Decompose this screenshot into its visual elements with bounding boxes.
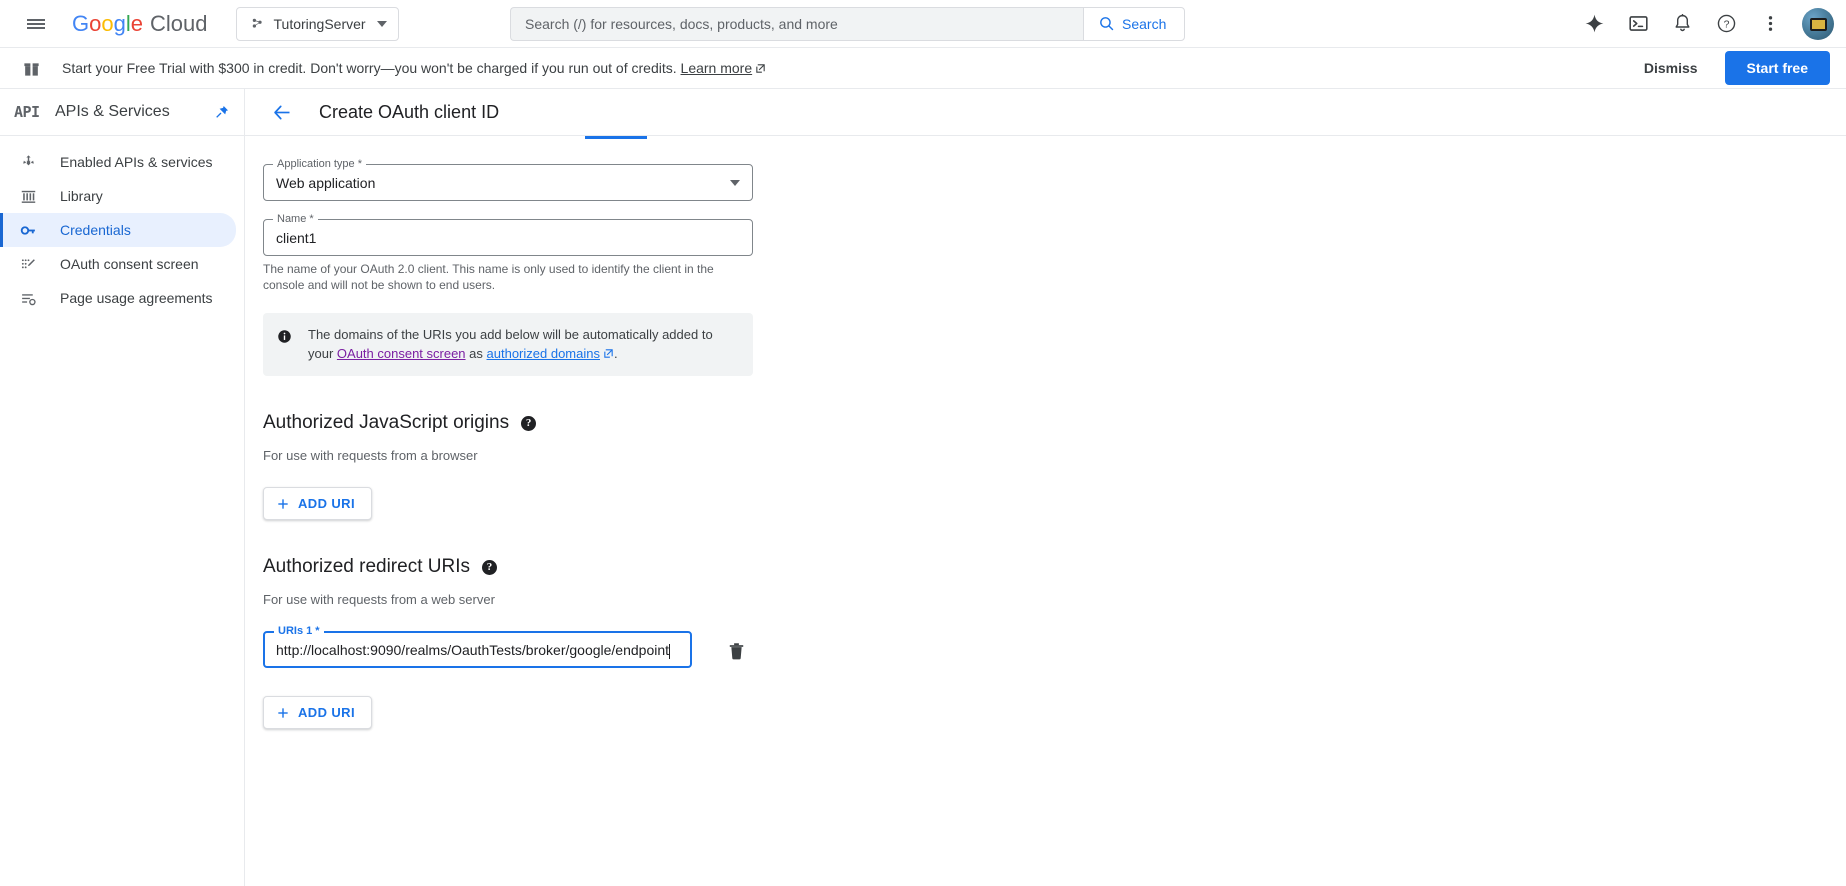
consent-screen-icon [17, 256, 39, 273]
redirect-uris-section: Authorized redirect URIs ? For use with … [263, 556, 753, 729]
info-text-after: . [613, 346, 618, 361]
search-button-label: Search [1122, 15, 1167, 32]
search-input[interactable]: Search (/) for resources, docs, products… [510, 6, 1083, 41]
logo-cloud-text: Cloud [150, 10, 208, 36]
client-name-helper-text: The name of your OAuth 2.0 client. This … [263, 262, 714, 292]
gemini-sparkle-icon[interactable] [1574, 4, 1614, 44]
chevron-down-icon [376, 20, 387, 27]
page-body: API APIs & Services Enabled APIs & servi… [0, 89, 1846, 886]
page-header: Create OAuth client ID [245, 89, 1846, 136]
project-name-label: TutoringServer [273, 15, 366, 32]
sidebar-items: Enabled APIs & services Library Credenti… [0, 136, 244, 315]
application-type-select[interactable]: Application type * Web application [263, 158, 753, 201]
api-product-logo: API [14, 103, 40, 121]
redirect-uris-title: Authorized redirect URIs ? [263, 556, 753, 578]
add-uri-label: ADD URI [298, 705, 355, 720]
avatar-image [1809, 18, 1827, 31]
sidebar-item-label: Library [60, 188, 103, 204]
text-cursor [669, 644, 671, 659]
plus-icon [278, 498, 288, 509]
javascript-origins-title: Authorized JavaScript origins ? [263, 412, 753, 434]
help-circle-icon[interactable]: ? [481, 559, 497, 575]
sidebar-header: API APIs & Services [0, 89, 244, 136]
info-box-text: The domains of the URIs you add below wi… [308, 325, 739, 363]
google-cloud-logo[interactable]: Google Cloud [72, 11, 208, 37]
notifications-bell-icon[interactable] [1662, 4, 1702, 44]
help-question-icon[interactable]: ? [1706, 4, 1746, 44]
account-avatar[interactable] [1802, 7, 1834, 40]
chevron-down-icon [730, 179, 740, 186]
plus-icon [278, 707, 288, 718]
free-trial-banner: Start your Free Trial with $300 in credi… [0, 48, 1846, 89]
oauth-consent-screen-link[interactable]: OAuth consent screen [337, 346, 466, 361]
dismiss-button[interactable]: Dismiss [1635, 53, 1707, 83]
domains-info-box: The domains of the URIs you add below wi… [263, 313, 753, 376]
javascript-origins-subtitle: For use with requests from a browser [263, 448, 478, 463]
search-button[interactable]: Search [1083, 6, 1186, 41]
library-icon [17, 188, 39, 205]
sidebar-item-label: Enabled APIs & services [60, 154, 213, 170]
sidebar-navigation: API APIs & Services Enabled APIs & servi… [0, 89, 245, 886]
learn-more-link[interactable]: Learn more [681, 60, 753, 76]
search-area: Search (/) for resources, docs, products… [510, 6, 1186, 41]
help-circle-icon[interactable]: ? [521, 415, 537, 431]
form-content-area: Application type * Web application Name … [245, 136, 1846, 886]
client-name-value: client1 [276, 229, 317, 246]
sidebar-item-label: OAuth consent screen [60, 256, 199, 272]
banner-actions: Dismiss Start free [1635, 51, 1830, 85]
external-link-icon [755, 61, 766, 73]
sidebar-item-library[interactable]: Library [0, 179, 236, 213]
banner-text: Start your Free Trial with $300 in credi… [62, 60, 766, 76]
sidebar-item-oauth-consent-screen[interactable]: OAuth consent screen [0, 247, 236, 281]
application-type-value: Web application [276, 174, 376, 191]
search-icon [1100, 17, 1114, 31]
svg-text:?: ? [1723, 19, 1729, 31]
sidebar-item-credentials[interactable]: Credentials [0, 213, 236, 247]
hamburger-menu-icon[interactable] [16, 4, 56, 44]
add-uri-label: ADD URI [298, 496, 355, 511]
redirect-uri-value: http://localhost:9090/realms/OauthTests/… [276, 641, 670, 658]
client-name-input[interactable]: Name * client1 [263, 213, 753, 256]
project-dots-icon [252, 18, 262, 28]
back-arrow-icon[interactable] [265, 95, 299, 129]
section-title-text: Authorized redirect URIs [263, 556, 470, 577]
sidebar-item-page-usage-agreements[interactable]: Page usage agreements [0, 281, 236, 315]
info-icon [277, 325, 292, 363]
more-options-kebab-icon[interactable] [1750, 4, 1790, 44]
top-navigation-bar: Google Cloud TutoringServer Search (/) f… [0, 0, 1846, 48]
key-icon [17, 222, 39, 239]
start-free-button[interactable]: Start free [1724, 51, 1830, 85]
redirect-uri-input[interactable]: URIs 1 * http://localhost:9090/realms/Oa… [263, 625, 692, 668]
main-content: Create OAuth client ID Application type … [245, 89, 1846, 886]
gift-icon [18, 59, 44, 78]
sidebar-item-label: Page usage agreements [60, 290, 213, 306]
page-title: Create OAuth client ID [319, 101, 500, 122]
redirect-uri-label: URIs 1 * [274, 625, 324, 637]
section-title-text: Authorized JavaScript origins [263, 412, 510, 433]
trash-icon[interactable] [720, 635, 753, 669]
client-name-label: Name * [273, 213, 318, 225]
javascript-origins-section: Authorized JavaScript origins ? For use … [263, 412, 753, 520]
project-selector[interactable]: TutoringServer [235, 6, 399, 41]
redirect-uris-subtitle: For use with requests from a web server [263, 592, 495, 607]
sidebar-title: APIs & Services [55, 103, 170, 120]
top-bar-icon-group: ? [1574, 4, 1834, 44]
add-uri-button-javascript-origins[interactable]: ADD URI [263, 487, 372, 520]
sidebar-item-enabled-apis[interactable]: Enabled APIs & services [0, 145, 236, 179]
pin-icon[interactable] [214, 104, 230, 120]
uri-row: URIs 1 * http://localhost:9090/realms/Oa… [263, 625, 753, 672]
agreements-icon [17, 290, 39, 307]
enabled-apis-icon [17, 154, 39, 171]
cloud-shell-terminal-icon[interactable] [1618, 4, 1658, 44]
sidebar-item-label: Credentials [60, 222, 131, 238]
active-tab-indicator [585, 136, 647, 139]
authorized-domains-link[interactable]: authorized domains [487, 346, 600, 361]
banner-message: Start your Free Trial with $300 in credi… [62, 60, 677, 76]
external-link-icon [603, 345, 614, 358]
add-uri-button-redirect-uris[interactable]: ADD URI [263, 696, 372, 729]
oauth-client-form: Application type * Web application Name … [263, 136, 753, 729]
application-type-label: Application type * [273, 158, 366, 170]
info-text-middle: as [465, 346, 487, 361]
